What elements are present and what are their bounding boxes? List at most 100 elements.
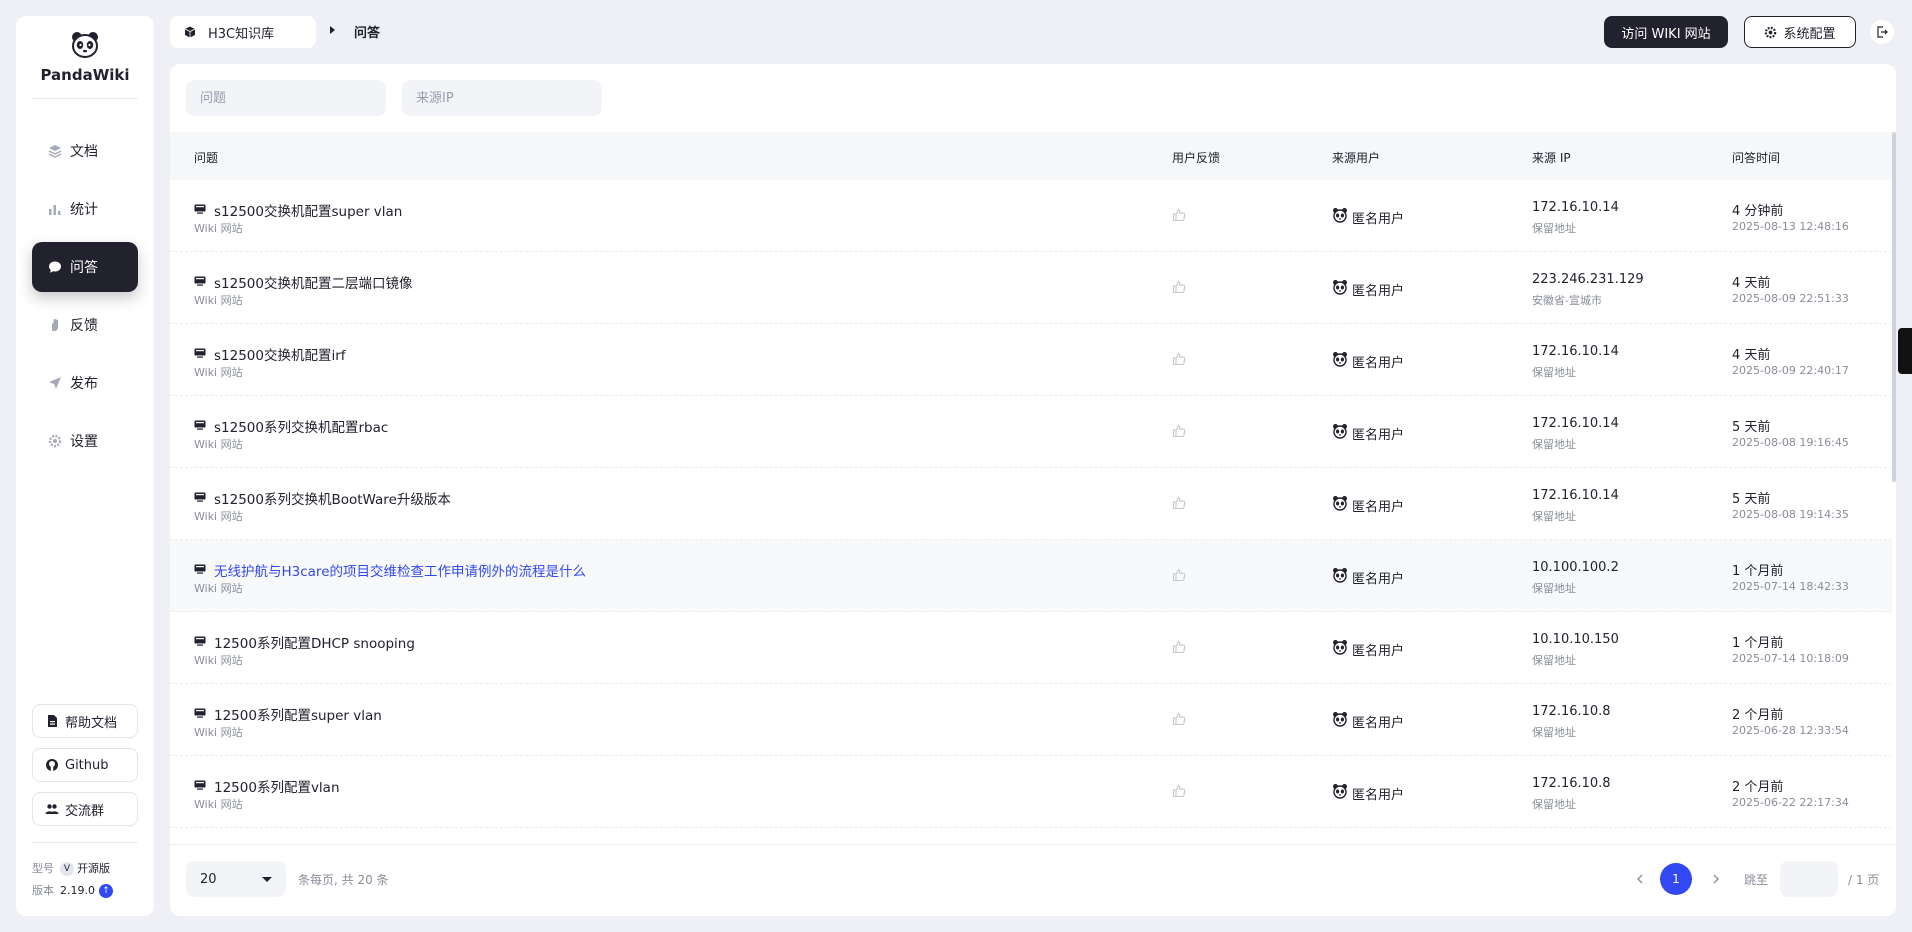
chevron-right-icon — [1713, 874, 1719, 884]
column-user: 来源用户 — [1332, 151, 1381, 165]
floating-side-tab[interactable] — [1898, 328, 1912, 374]
question-title[interactable]: s12500系列交换机配置rbac — [214, 416, 388, 436]
sidebar-item-qa[interactable]: 问答 — [32, 242, 138, 292]
source-user: 匿名用户 — [1352, 644, 1405, 659]
table-row[interactable]: s12500系列交换机配置rbac Wiki 网站 匿名用户 172.16.10… — [170, 396, 1892, 468]
breadcrumb-separator-icon — [330, 26, 335, 34]
table-row[interactable]: 无线护航与H3care的项目交维检查工作申请例外的流程是什么 Wiki 网站 匿… — [170, 540, 1892, 612]
sidebar-item-label: 反馈 — [70, 318, 98, 334]
question-title[interactable]: s12500交换机配置二层端口镜像 — [214, 272, 412, 292]
relative-time: 4 分钟前 — [1732, 204, 1784, 219]
sidebar-item-publish[interactable]: 发布 — [32, 358, 138, 408]
next-page-button[interactable] — [1706, 869, 1726, 889]
system-config-button[interactable]: 系统配置 — [1744, 16, 1856, 48]
question-title[interactable]: 12500系列配置DHCP snooping — [214, 632, 415, 652]
question-source: Wiki 网站 — [194, 222, 243, 235]
question-source: Wiki 网站 — [194, 654, 243, 667]
page-size-select[interactable]: 20 — [186, 861, 286, 897]
relative-time: 4 天前 — [1732, 348, 1771, 363]
thumbs-up-icon[interactable] — [1172, 640, 1186, 654]
users-icon — [45, 802, 59, 816]
panda-avatar-icon — [1332, 567, 1348, 583]
qa-timestamp: 2025-08-08 19:14:35 — [1732, 508, 1849, 521]
page-number-button[interactable]: 1 — [1660, 863, 1692, 895]
source-user: 匿名用户 — [1352, 356, 1405, 371]
source-ip-input[interactable] — [402, 80, 602, 116]
column-ip: 来源 IP — [1532, 151, 1571, 165]
source-ip: 172.16.10.14 — [1532, 416, 1619, 431]
logo[interactable]: PandaWiki — [16, 30, 154, 84]
panda-logo-icon — [72, 32, 98, 58]
question-title[interactable]: s12500交换机配置irf — [214, 344, 346, 364]
table-row[interactable]: s12500系列交换机BootWare升级版本 Wiki 网站 匿名用户 172… — [170, 468, 1892, 540]
github-label: Github — [65, 757, 109, 773]
gear-icon — [1764, 26, 1777, 39]
breadcrumb-kb[interactable]: H3C知识库 — [170, 16, 316, 48]
source-ip: 172.16.10.14 — [1532, 344, 1619, 359]
question-title[interactable]: s12500系列交换机BootWare升级版本 — [214, 488, 451, 508]
sidebar-item-stats[interactable]: 统计 — [32, 184, 138, 234]
monitor-icon — [194, 780, 206, 790]
model-label: 型号 — [32, 862, 54, 875]
source-user: 匿名用户 — [1352, 500, 1405, 515]
help-docs-label: 帮助文档 — [65, 715, 118, 731]
panda-avatar-icon — [1332, 207, 1348, 223]
source-ip: 10.10.10.150 — [1532, 632, 1619, 647]
table-row[interactable]: 12500系列配置super vlan Wiki 网站 匿名用户 172.16.… — [170, 684, 1892, 756]
caret-down-icon — [262, 877, 272, 882]
thumbs-up-icon[interactable] — [1172, 568, 1186, 582]
table-row[interactable]: s12500交换机配置irf Wiki 网站 匿名用户 172.16.10.14… — [170, 324, 1892, 396]
question-source: Wiki 网站 — [194, 366, 243, 379]
pagination-bar: 20 条每页, 共 20 条 1 跳至 / 1 页 — [170, 844, 1896, 916]
community-group-label: 交流群 — [65, 803, 105, 819]
column-question: 问题 — [194, 151, 219, 165]
question-search-input[interactable] — [186, 80, 386, 116]
table-row[interactable]: 12500系列配置vlan Wiki 网站 匿名用户 172.16.10.8 保… — [170, 756, 1892, 828]
thumbs-up-icon[interactable] — [1172, 784, 1186, 798]
update-icon[interactable]: ↑ — [99, 884, 113, 898]
community-group-button[interactable]: 交流群 — [32, 792, 138, 826]
divider — [32, 842, 138, 843]
column-time: 问答时间 — [1732, 151, 1781, 165]
question-source: Wiki 网站 — [194, 798, 243, 811]
github-button[interactable]: Github — [32, 748, 138, 782]
divider — [32, 98, 138, 99]
table-row[interactable]: s12500交换机配置super vlan Wiki 网站 匿名用户 172.1… — [170, 180, 1892, 252]
monitor-icon — [194, 636, 206, 646]
prev-page-button[interactable] — [1630, 869, 1650, 889]
source-user: 匿名用户 — [1352, 572, 1405, 587]
app-name: PandaWiki — [40, 66, 130, 84]
question-title[interactable]: 12500系列配置vlan — [214, 776, 340, 796]
sidebar: PandaWiki 文档 统计 问答 反馈 发布 设置 帮助文档 Github … — [16, 16, 154, 916]
table-row[interactable]: 12500系列配置DHCP snooping Wiki 网站 匿名用户 10.1… — [170, 612, 1892, 684]
thumbs-up-icon[interactable] — [1172, 424, 1186, 438]
thumbs-up-icon[interactable] — [1172, 352, 1186, 366]
monitor-icon — [194, 708, 206, 718]
sidebar-item-settings[interactable]: 设置 — [32, 416, 138, 466]
bar-chart-icon — [48, 202, 62, 216]
panda-avatar-icon — [1332, 711, 1348, 727]
table-scrollbar[interactable] — [1892, 132, 1896, 482]
jump-page-input[interactable] — [1780, 861, 1838, 897]
chevron-left-icon — [1637, 874, 1643, 884]
ip-location: 保留地址 — [1532, 510, 1576, 523]
panda-avatar-icon — [1332, 495, 1348, 511]
question-title[interactable]: 无线护航与H3care的项目交维检查工作申请例外的流程是什么 — [214, 560, 586, 580]
sidebar-item-feedback[interactable]: 反馈 — [32, 300, 138, 350]
sidebar-bottom-buttons: 帮助文档 Github 交流群 — [32, 704, 138, 836]
thumbs-up-icon[interactable] — [1172, 496, 1186, 510]
source-user: 匿名用户 — [1352, 428, 1405, 443]
sidebar-item-docs[interactable]: 文档 — [32, 126, 138, 176]
question-title[interactable]: 12500系列配置super vlan — [214, 704, 382, 724]
thumbs-up-icon[interactable] — [1172, 208, 1186, 222]
help-docs-button[interactable]: 帮助文档 — [32, 704, 138, 738]
sidebar-item-label: 文档 — [70, 144, 98, 160]
thumbs-up-icon[interactable] — [1172, 280, 1186, 294]
logout-icon — [1877, 26, 1888, 38]
question-title[interactable]: s12500交换机配置super vlan — [214, 200, 402, 220]
thumbs-up-icon[interactable] — [1172, 712, 1186, 726]
visit-wiki-button[interactable]: 访问 WIKI 网站 — [1604, 16, 1728, 48]
table-row[interactable]: s12500交换机配置二层端口镜像 Wiki 网站 匿名用户 223.246.2… — [170, 252, 1892, 324]
relative-time: 4 天前 — [1732, 276, 1771, 291]
logout-button[interactable] — [1870, 20, 1894, 44]
